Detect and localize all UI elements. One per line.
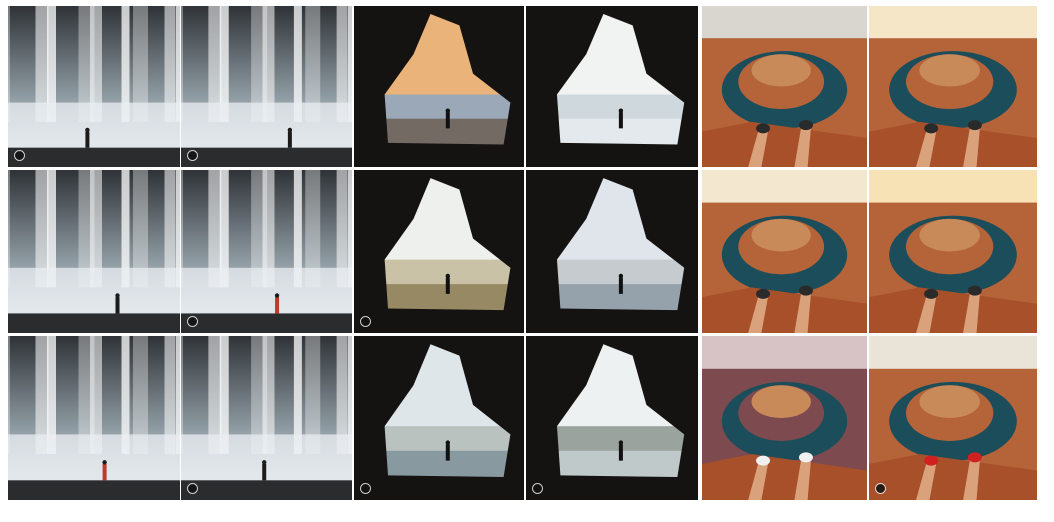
photo-canyon-sunrise-6-1 <box>869 6 1037 167</box>
photo-cave-landscape-3-2 <box>354 170 524 333</box>
photo-collage <box>0 0 1054 522</box>
user-badge-icon <box>532 483 543 494</box>
photo-canyon-dusk-5-3 <box>702 336 867 500</box>
user-badge-icon <box>187 316 198 327</box>
photo-canyon-redshoes-6-3 <box>869 336 1037 500</box>
photo-canyon-sunburst-6-2 <box>869 170 1037 333</box>
photo-waterfall-1-3 <box>8 336 180 500</box>
user-badge-icon <box>14 150 25 161</box>
photo-cave-iceberg-4-3 <box>526 336 698 500</box>
photo-waterfall-1-2 <box>8 170 180 333</box>
user-badge-icon <box>360 316 371 327</box>
photo-waterfall-2-2 <box>181 170 352 333</box>
photo-canyon-teal-5-2 <box>702 170 867 333</box>
photo-cave-snow-4-1 <box>526 6 698 167</box>
photo-waterfall-2-3 <box>181 336 352 500</box>
photo-canyon-feet-5-1 <box>702 6 867 167</box>
photo-cave-sea-3-3 <box>354 336 524 500</box>
photo-waterfall-2-1 <box>181 6 352 167</box>
user-badge-icon <box>875 483 886 494</box>
user-badge-icon <box>360 483 371 494</box>
photo-cave-mountain-4-2 <box>526 170 698 333</box>
user-badge-icon <box>187 150 198 161</box>
photo-cave-sunset-3-1 <box>354 6 524 167</box>
photo-waterfall-1-1 <box>8 6 180 167</box>
user-badge-icon <box>187 483 198 494</box>
